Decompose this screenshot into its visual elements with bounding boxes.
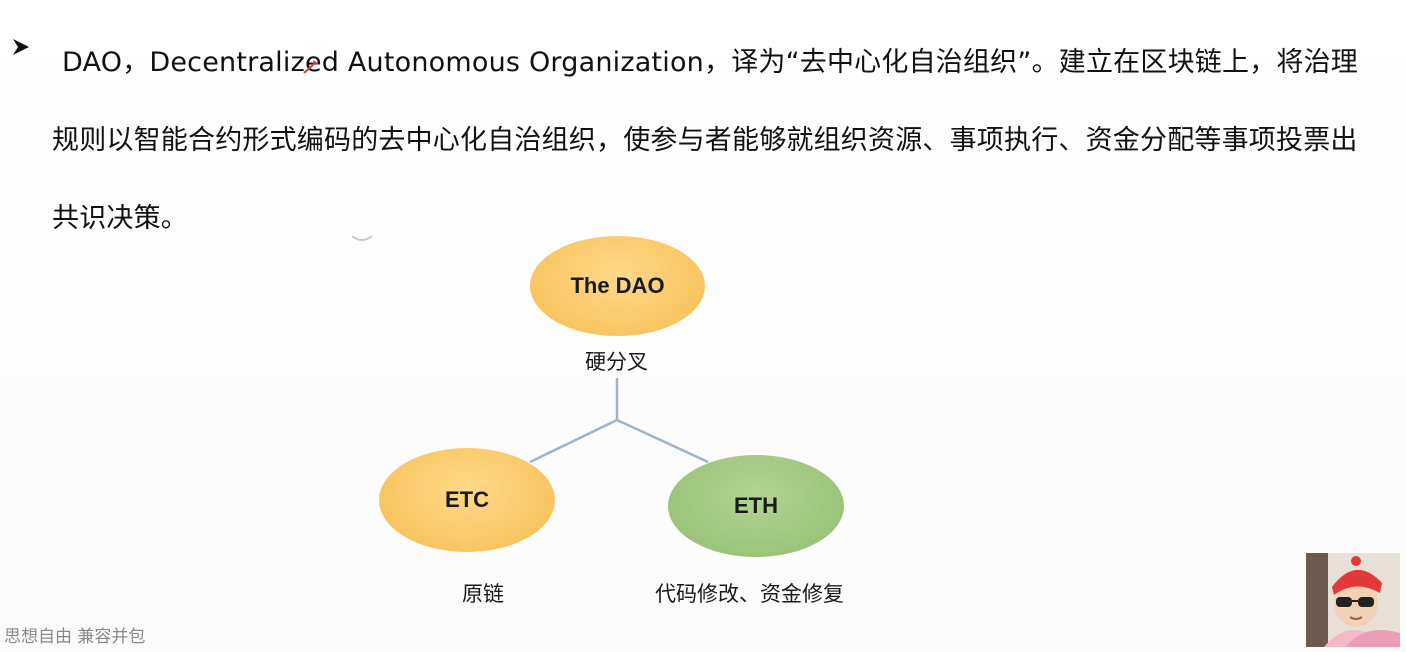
node-the-dao-label: The DAO	[570, 273, 665, 298]
node-eth: ETH	[668, 455, 844, 557]
connector-lines	[529, 378, 709, 464]
node-the-dao: The DAO	[530, 236, 705, 336]
node-etc-label: ETC	[445, 487, 489, 512]
eth-caption: 代码修改、资金修复	[655, 582, 844, 606]
watermark-text: 思想自由 兼容并包	[4, 627, 146, 647]
etc-caption: 原链	[462, 582, 504, 606]
node-etc: ETC	[379, 448, 555, 552]
slide: DAO，Decentralized Autonomous Organizatio…	[0, 0, 1406, 652]
hard-fork-label: 硬分叉	[585, 350, 648, 374]
node-eth-label: ETH	[734, 493, 778, 518]
presenter-avatar	[1306, 553, 1400, 647]
fork-diagram	[529, 378, 709, 464]
